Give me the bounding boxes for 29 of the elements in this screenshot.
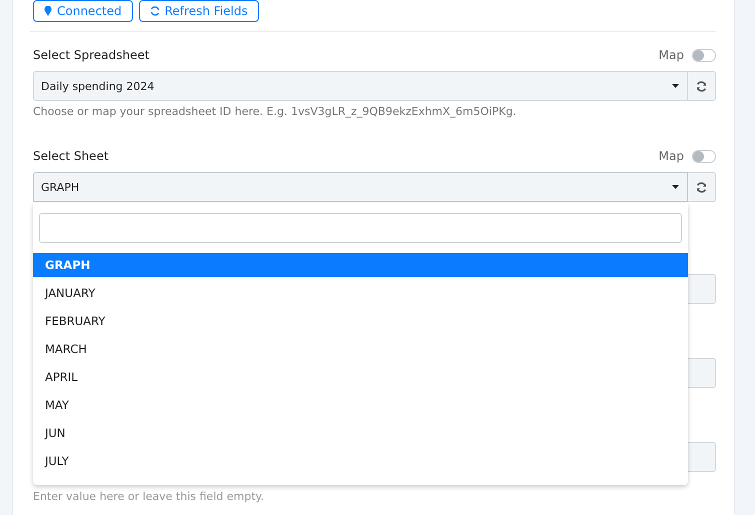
dropdown-option[interactable]: GRAPH xyxy=(33,253,688,277)
pin-icon xyxy=(44,6,52,16)
refresh-icon xyxy=(696,80,707,92)
dropdown-option[interactable]: APRIL xyxy=(33,363,688,391)
select-dropdown[interactable]: Daily spending 2024 xyxy=(33,71,688,101)
search-field[interactable] xyxy=(39,213,682,243)
refresh-button[interactable] xyxy=(688,71,716,101)
field-hint: Enter value here or leave this field empty. xyxy=(33,490,265,503)
dropdown-option[interactable]: JUN xyxy=(33,419,688,447)
outline-button[interactable]: Refresh Fields xyxy=(138,0,259,22)
caret-icon xyxy=(672,84,679,88)
map-label: Map xyxy=(658,149,684,163)
dropdown-option[interactable]: MAY xyxy=(33,391,688,419)
field-label: Select Spreadsheet xyxy=(33,48,150,62)
dropdown-option[interactable]: FEBRUARY xyxy=(33,307,688,335)
map-label: Map xyxy=(658,48,684,62)
map-toggle[interactable] xyxy=(692,150,716,162)
field-label: Select Sheet xyxy=(33,149,110,163)
refresh-icon xyxy=(150,6,160,16)
dropdown-option[interactable]: JANUARY xyxy=(33,279,688,307)
field-hint: Choose or map your spreadsheet ID here. E.g. 1vsV3gLR_z_9QB9ekzExhmX_6m5OiPKg. xyxy=(33,105,518,118)
refresh-button[interactable] xyxy=(688,172,716,202)
select-dropdown[interactable]: GRAPH xyxy=(33,172,688,202)
dropdown-option[interactable]: JULY xyxy=(33,447,688,475)
map-toggle[interactable] xyxy=(692,48,716,62)
caret-icon xyxy=(672,185,679,189)
outline-button[interactable]: Connected xyxy=(33,0,133,22)
dropdown-option[interactable]: MARCH xyxy=(33,335,688,363)
refresh-icon xyxy=(696,182,707,192)
